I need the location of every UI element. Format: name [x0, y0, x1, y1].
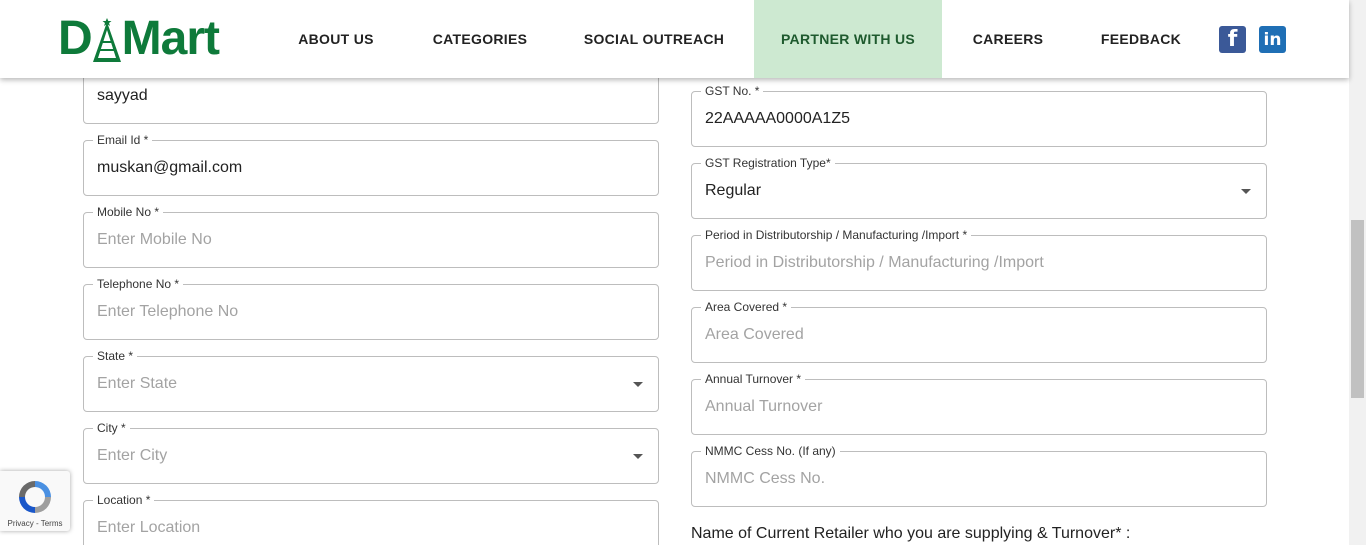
gst-no-value: 22AAAAA0000A1Z5 [705, 110, 850, 127]
dropdown-arrow-icon[interactable] [633, 454, 643, 459]
area-covered-placeholder: Area Covered [705, 326, 804, 343]
annual-turnover-placeholder: Annual Turnover [705, 398, 823, 415]
city-placeholder: Enter City [97, 447, 168, 464]
mobile-placeholder: Enter Mobile No [97, 231, 212, 248]
period-placeholder: Period in Distributorship / Manufacturin… [705, 254, 1044, 271]
gst-type-label: GST Registration Type* [701, 155, 835, 171]
area-covered-label: Area Covered * [701, 299, 792, 315]
nav-social-outreach[interactable]: SOCIAL OUTREACH [574, 0, 734, 78]
city-label: City * [93, 420, 130, 436]
recaptcha-icon [19, 481, 51, 513]
dropdown-arrow-icon[interactable] [1241, 189, 1251, 194]
mobile-field[interactable]: Mobile No * Enter Mobile No [83, 204, 659, 268]
telephone-placeholder: Enter Telephone No [97, 303, 239, 320]
recaptcha-badge[interactable]: Privacy - Terms [0, 471, 70, 531]
nmmc-cess-label: NMMC Cess No. (If any) [701, 443, 840, 459]
nmmc-cess-field[interactable]: NMMC Cess No. (If any) NMMC Cess No. [691, 443, 1267, 507]
recaptcha-privacy-terms[interactable]: Privacy - Terms [0, 519, 70, 528]
email-field[interactable]: Email Id * muskan@gmail.com [83, 132, 659, 196]
logo-letter-d: D [58, 12, 93, 65]
telephone-field[interactable]: Telephone No * Enter Telephone No [83, 276, 659, 340]
mobile-label: Mobile No * [93, 204, 164, 220]
nav-categories[interactable]: CATEGORIES [420, 0, 540, 78]
gst-type-select[interactable]: GST Registration Type* Regular [691, 155, 1267, 219]
facebook-icon[interactable]: f [1219, 26, 1246, 53]
location-field[interactable]: Location * Enter Location [83, 492, 659, 545]
annual-turnover-label: Annual Turnover * [701, 371, 806, 387]
site-header: D Mart ABOUT US CATEGORIES SOCIAL OUTREA… [0, 0, 1349, 78]
city-select[interactable]: City * Enter City [83, 420, 659, 484]
gst-no-field[interactable]: GST No. * 22AAAAA0000A1Z5 [691, 83, 1267, 147]
telephone-label: Telephone No * [93, 276, 184, 292]
period-label: Period in Distributorship / Manufacturin… [701, 227, 972, 243]
gst-no-label: GST No. * [701, 83, 764, 99]
area-covered-field[interactable]: Area Covered * Area Covered [691, 299, 1267, 363]
state-label: State * [93, 348, 138, 364]
scrollbar-thumb[interactable] [1351, 220, 1364, 398]
email-value: muskan@gmail.com [97, 159, 243, 176]
nav-careers[interactable]: CAREERS [962, 0, 1054, 78]
nav-partner-with-us[interactable]: PARTNER WITH US [754, 0, 942, 78]
email-label: Email Id * [93, 132, 153, 148]
state-select[interactable]: State * Enter State [83, 348, 659, 412]
logo-word-mart: Mart [121, 12, 220, 65]
annual-turnover-field[interactable]: Annual Turnover * Annual Turnover [691, 371, 1267, 435]
nmmc-cess-placeholder: NMMC Cess No. [705, 470, 826, 487]
state-placeholder: Enter State [97, 375, 178, 392]
tree-icon [92, 18, 121, 62]
linkedin-icon[interactable]: in [1259, 26, 1286, 53]
dropdown-arrow-icon[interactable] [633, 382, 643, 387]
location-placeholder: Enter Location [97, 519, 201, 536]
nav-about-us[interactable]: ABOUT US [286, 0, 386, 78]
period-field[interactable]: Period in Distributorship / Manufacturin… [691, 227, 1267, 291]
gst-type-value: Regular [705, 182, 762, 199]
nav-feedback[interactable]: FEEDBACK [1090, 0, 1192, 78]
page-scrollbar[interactable] [1349, 0, 1366, 545]
dmart-logo[interactable]: D Mart [58, 12, 220, 65]
location-label: Location * [93, 492, 155, 508]
name-field-value: sayyad [97, 87, 148, 104]
retailer-heading: Name of Current Retailer who you are sup… [691, 525, 1131, 542]
